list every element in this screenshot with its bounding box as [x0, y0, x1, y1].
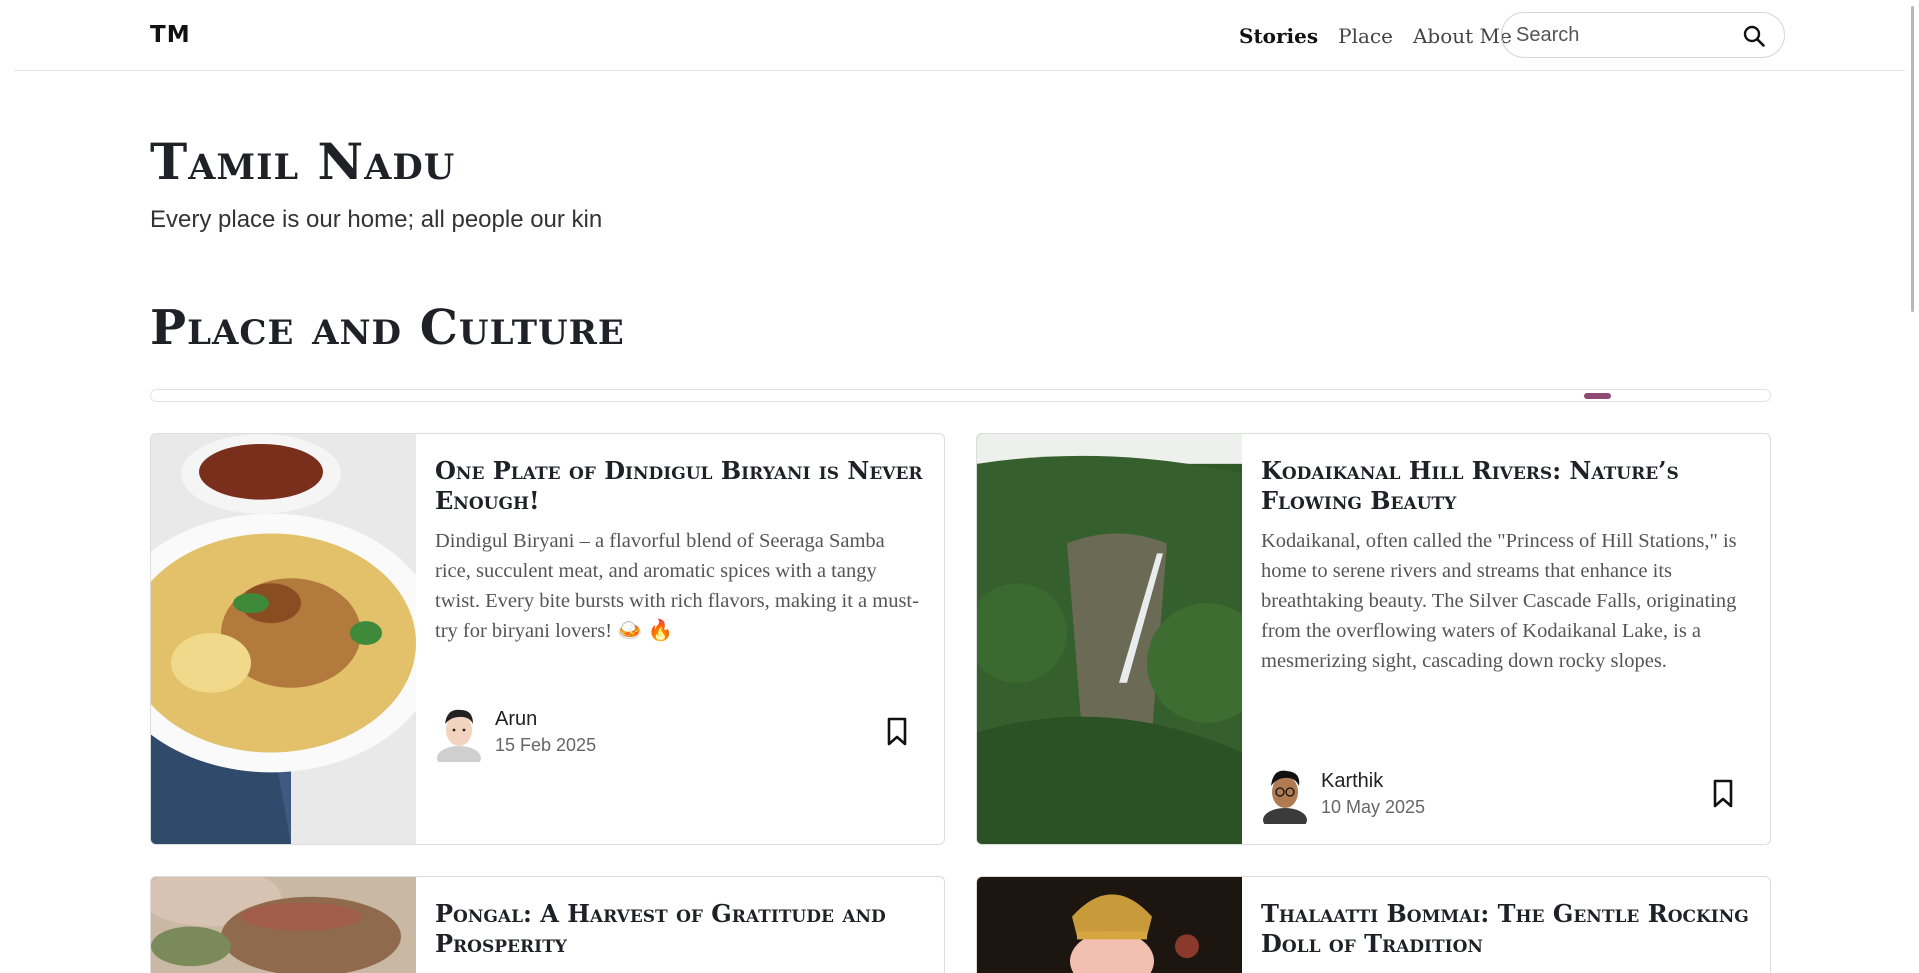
waterfall-image: [977, 434, 1242, 844]
card-author: Karthik 10 May 2025: [1261, 764, 1425, 824]
card-author: Arun 15 Feb 2025: [435, 702, 596, 762]
pongal-image: [151, 877, 416, 973]
page-scrollbar[interactable]: [1906, 0, 1919, 973]
site-header: TM Stories Place About Me: [14, 0, 1905, 71]
biryani-image: [151, 434, 416, 844]
main-nav: Stories Place About Me: [1239, 24, 1512, 48]
card-body: Thalaatti Bommai: The Gentle Rocking Dol…: [1261, 899, 1751, 959]
section-title: Place and Culture: [150, 300, 625, 356]
scrollbar-thumb[interactable]: [1911, 6, 1914, 312]
site-logo[interactable]: TM: [150, 22, 191, 48]
post-date: 10 May 2025: [1321, 797, 1426, 817]
carousel-progress-bar[interactable]: [150, 389, 1771, 402]
bookmark-icon[interactable]: [1712, 779, 1734, 809]
search-icon[interactable]: [1742, 24, 1766, 48]
search-box[interactable]: [1501, 12, 1785, 58]
bookmark-icon[interactable]: [886, 717, 908, 747]
nav-about-me[interactable]: About Me: [1413, 24, 1512, 48]
card-body: Pongal: A Harvest of Gratitude and Prosp…: [435, 899, 925, 959]
card-body: One Plate of Dindigul Biryani is Never E…: [435, 456, 925, 646]
thalaatti-doll-image: [977, 877, 1242, 973]
search-input[interactable]: [1516, 23, 1716, 47]
card-title[interactable]: Thalaatti Bommai: The Gentle Rocking Dol…: [1261, 899, 1751, 959]
author-name[interactable]: Karthik: [1321, 770, 1425, 793]
card-title[interactable]: Kodaikanal Hill Rivers: Nature’s Flowing…: [1261, 456, 1751, 516]
author-name[interactable]: Arun: [495, 708, 596, 731]
author-meta: Arun 15 Feb 2025: [495, 708, 596, 756]
card-title[interactable]: One Plate of Dindigul Biryani is Never E…: [435, 456, 925, 516]
story-card-pongal[interactable]: Pongal: A Harvest of Gratitude and Prosp…: [150, 876, 945, 973]
author-meta: Karthik 10 May 2025: [1321, 770, 1425, 818]
card-excerpt: Kodaikanal, often called the "Princess o…: [1261, 530, 1737, 672]
avatar: [1263, 770, 1307, 824]
card-excerpt: Dindigul Biryani – a flavorful blend of …: [435, 530, 919, 642]
story-card-thalaatti-bommai[interactable]: Thalaatti Bommai: The Gentle Rocking Dol…: [976, 876, 1771, 973]
nav-stories[interactable]: Stories: [1239, 24, 1318, 48]
nav-place[interactable]: Place: [1338, 24, 1393, 48]
card-title[interactable]: Pongal: A Harvest of Gratitude and Prosp…: [435, 899, 925, 959]
page-title: Tamil Nadu: [150, 132, 456, 191]
story-card-biryani[interactable]: One Plate of Dindigul Biryani is Never E…: [150, 433, 945, 845]
post-date: 15 Feb 2025: [495, 735, 597, 755]
card-body: Kodaikanal Hill Rivers: Nature’s Flowing…: [1261, 456, 1751, 676]
story-card-kodaikanal[interactable]: Kodaikanal Hill Rivers: Nature’s Flowing…: [976, 433, 1771, 845]
page-subtitle: Every place is our home; all people our …: [150, 206, 603, 233]
carousel-progress-indicator[interactable]: [1584, 393, 1611, 399]
avatar: [437, 709, 481, 762]
